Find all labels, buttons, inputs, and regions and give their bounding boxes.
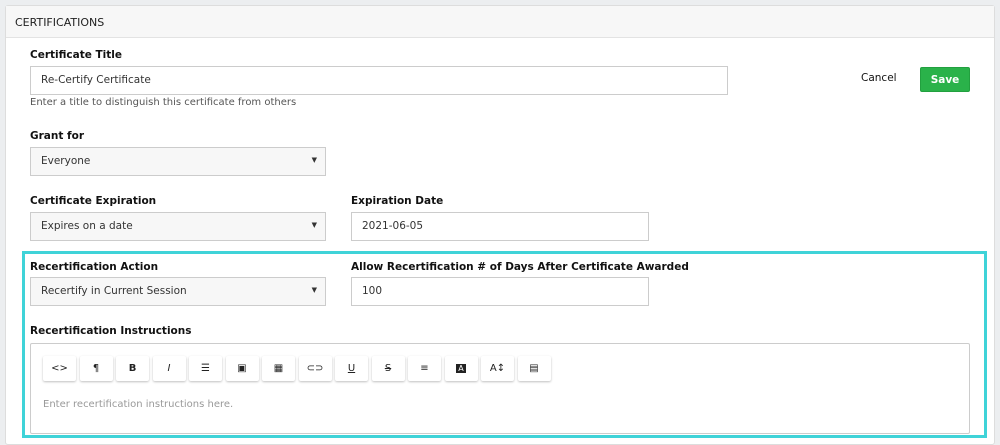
certificate-title-label: Certificate Title [30, 49, 123, 61]
list-button[interactable]: ☰ [189, 356, 222, 381]
expiration-date-input[interactable]: 2021-06-05 [351, 212, 649, 241]
link-button[interactable]: ⊂⊃ [298, 356, 332, 381]
certificate-expiration-label: Certificate Expiration [30, 195, 157, 207]
recertification-days-input[interactable]: 100 [351, 277, 649, 306]
instructions-editor[interactable]: <> ¶ B I ☰ ▣ ▦ ⊂⊃ U S ≡ A A↕ ▤ Enter recertification … [30, 343, 970, 434]
text-color-button[interactable]: A [444, 356, 478, 381]
expiration-date-label: Expiration Date [351, 195, 444, 207]
table-button[interactable]: ▦ [262, 356, 295, 381]
code-view-icon: <> [51, 363, 68, 374]
grant-for-select[interactable]: Everyone ▼ [30, 147, 326, 176]
certificate-expiration-value: Expires on a date [41, 220, 133, 232]
list-icon: ☰ [201, 363, 210, 374]
grant-for-value: Everyone [41, 155, 91, 167]
bold-icon: B [128, 363, 137, 374]
text-color-icon: A [456, 364, 466, 373]
recertification-action-select[interactable]: Recertify in Current Session ▼ [30, 277, 326, 306]
caret-down-icon: ▼ [311, 286, 317, 294]
paragraph-button[interactable]: ¶ [79, 356, 113, 381]
recertification-days-label: Allow Recertification # of Days After Ce… [351, 261, 689, 273]
save-button[interactable]: Save [920, 67, 970, 92]
table-icon: ▦ [273, 363, 284, 374]
font-size-icon: A↕ [489, 363, 506, 374]
certificate-title-help: Enter a title to distinguish this certif… [30, 97, 297, 108]
italic-button[interactable]: I [152, 356, 186, 381]
link-icon: ⊂⊃ [306, 363, 324, 374]
certificate-title-input[interactable]: Re-Certify Certificate [30, 66, 728, 95]
image-button[interactable]: ▣ [225, 356, 259, 381]
align-icon: ≡ [420, 363, 429, 374]
html-source-button[interactable]: ▤ [517, 356, 551, 381]
recertification-action-value: Recertify in Current Session [41, 285, 187, 297]
grant-for-label: Grant for [30, 130, 84, 142]
underline-icon: U [347, 363, 356, 374]
underline-button[interactable]: U [335, 356, 368, 381]
panel-header: CERTIFICATIONS [6, 6, 994, 38]
cancel-button[interactable]: Cancel [861, 72, 897, 84]
paragraph-icon: ¶ [92, 363, 100, 374]
instructions-placeholder[interactable]: Enter recertification instructions here. [43, 399, 233, 410]
caret-down-icon: ▼ [311, 156, 317, 164]
recertification-action-label: Recertification Action [30, 261, 159, 273]
certificate-expiration-select[interactable]: Expires on a date ▼ [30, 212, 326, 241]
code-view-button[interactable]: <> [43, 356, 76, 381]
html-source-icon: ▤ [529, 363, 539, 374]
align-button[interactable]: ≡ [408, 356, 441, 381]
font-size-button[interactable]: A↕ [481, 356, 514, 381]
caret-down-icon: ▼ [311, 221, 317, 229]
image-icon: ▣ [237, 363, 247, 374]
recertification-instructions-label: Recertification Instructions [30, 325, 192, 337]
strikethrough-icon: S [384, 363, 392, 374]
strikethrough-button[interactable]: S [371, 356, 405, 381]
italic-icon: I [167, 363, 171, 374]
bold-button[interactable]: B [116, 356, 149, 381]
